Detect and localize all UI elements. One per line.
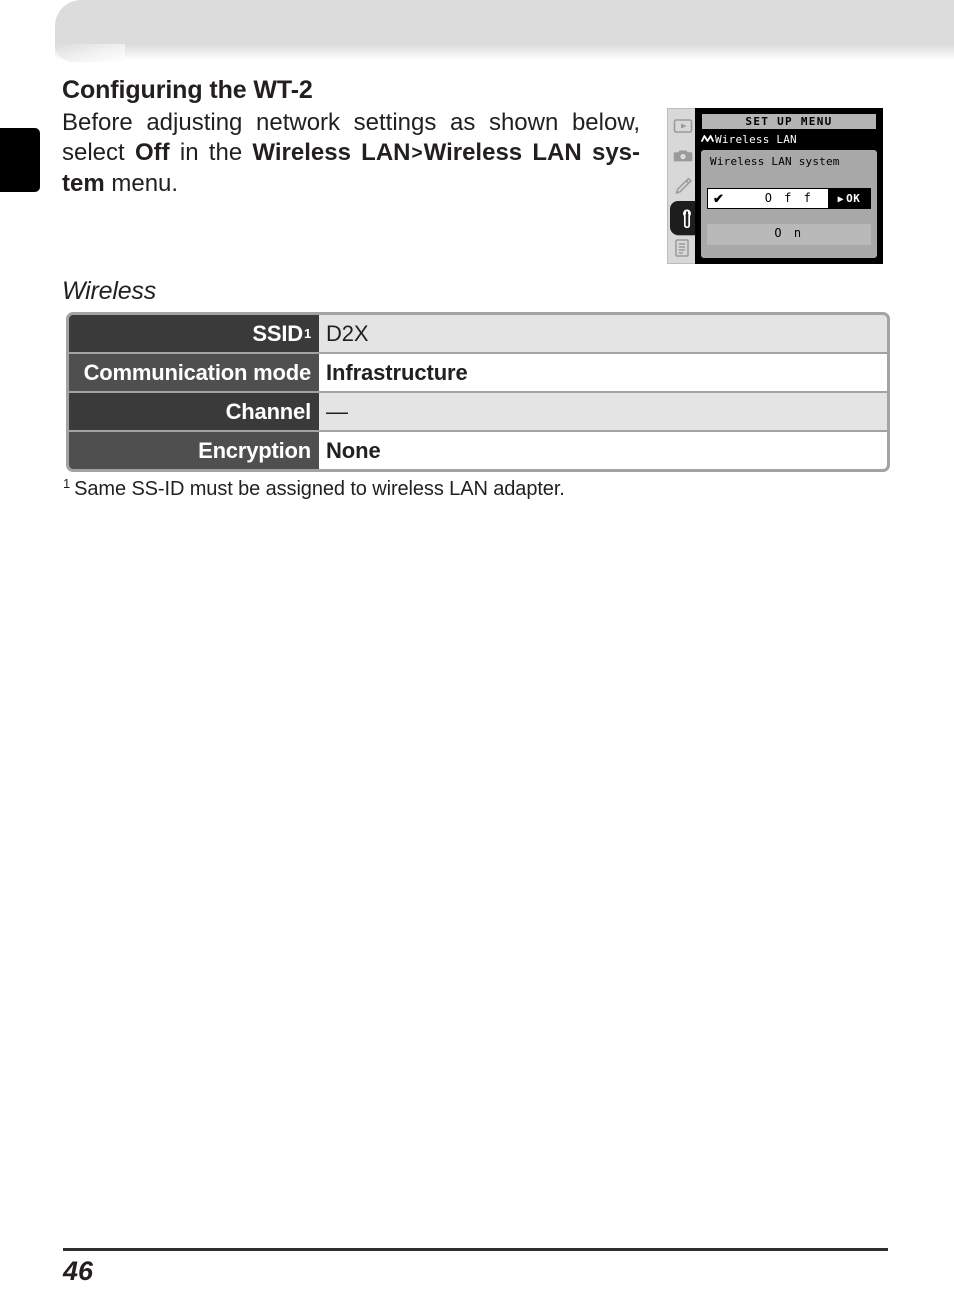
table-row-label-communication-mode: Communication mode xyxy=(69,354,319,391)
shooting-menu-icon xyxy=(672,145,694,167)
intro-text-part3: menu. xyxy=(104,169,179,197)
intro-emphasis-off: Off xyxy=(134,139,170,167)
table-row: Communication mode Infrastructure xyxy=(69,354,887,393)
lcd-menu-subtitle: Wireless LAN system xyxy=(710,155,840,168)
table-row-label-encryption: Encryption xyxy=(69,432,319,469)
table-row-value-encryption: None xyxy=(319,432,887,469)
lcd-menu-icon-strip xyxy=(667,108,704,264)
footnote-marker: 1 xyxy=(303,326,311,341)
camera-lcd-figure: SET UP MENU Wireless LAN Wireless LAN sy… xyxy=(667,108,883,264)
page-header-band-corner-fade xyxy=(55,44,125,62)
menu-path-separator-icon: > xyxy=(411,143,423,165)
intro-text-part2: in the xyxy=(169,139,253,167)
lcd-screen: SET UP MENU Wireless LAN Wireless LAN sy… xyxy=(695,108,883,264)
page-header-band xyxy=(55,0,954,48)
wireless-settings-table: SSID 1 D2X Communication mode Infrastruct… xyxy=(66,312,890,472)
recent-settings-icon xyxy=(672,237,694,259)
table-label-text: Encryption xyxy=(198,437,311,463)
wireless-wave-icon xyxy=(701,133,714,144)
custom-settings-icon xyxy=(672,175,694,197)
table-label-text: Communication mode xyxy=(83,359,312,385)
intro-menu-wireless-lan-system: Wireless LAN sys- xyxy=(423,139,641,167)
lcd-option-on-label: O n xyxy=(774,226,804,240)
footer-divider xyxy=(63,1248,888,1251)
table-label-text: Channel xyxy=(225,398,312,424)
table-row-value-ssid: D2X xyxy=(319,315,887,352)
right-arrow-icon: ▶ xyxy=(837,194,845,205)
lcd-option-off[interactable]: ✔ O f f ▶ OK xyxy=(707,188,871,209)
lcd-option-on[interactable]: O n xyxy=(707,224,871,245)
table-row: Channel — xyxy=(69,393,887,432)
table-label-text: SSID xyxy=(252,320,303,346)
lcd-ok-label: OK xyxy=(846,192,861,205)
lcd-menu-title: SET UP MENU xyxy=(701,113,877,130)
table-row: Encryption None xyxy=(69,432,887,469)
footnote-marker: 1 xyxy=(63,476,71,491)
subsection-heading: Wireless xyxy=(62,277,157,305)
lcd-menu-body: Wireless LAN system ✔ O f f ▶ OK O n xyxy=(701,150,877,258)
table-row-label-channel: Channel xyxy=(69,393,319,430)
intro-paragraph: Before adjusting network settings as sho… xyxy=(62,108,640,200)
lcd-breadcrumb-label: Wireless LAN xyxy=(715,133,797,146)
table-row-value-channel: — xyxy=(319,393,887,430)
table-row: SSID 1 D2X xyxy=(69,315,887,354)
page-number: 46 xyxy=(63,1256,94,1286)
playback-icon xyxy=(672,115,694,137)
intro-menu-wireless-lan-system-cont: tem xyxy=(62,169,105,197)
table-row-value-communication-mode: Infrastructure xyxy=(319,354,887,391)
page-title: Configuring the WT-2 xyxy=(62,76,313,104)
page-header-band-fade xyxy=(55,44,954,60)
table-footnote: 1 Same SS-ID must be assigned to wireless… xyxy=(63,476,565,501)
table-row-label-ssid: SSID 1 xyxy=(69,315,319,352)
chapter-tab-marker xyxy=(0,128,40,192)
footnote-text: Same SS-ID must be assigned to wireless … xyxy=(74,478,565,500)
intro-menu-wireless-lan: Wireless LAN xyxy=(252,139,411,167)
lcd-ok-button[interactable]: ▶ OK xyxy=(828,189,870,208)
lcd-breadcrumb: Wireless LAN xyxy=(701,132,877,148)
